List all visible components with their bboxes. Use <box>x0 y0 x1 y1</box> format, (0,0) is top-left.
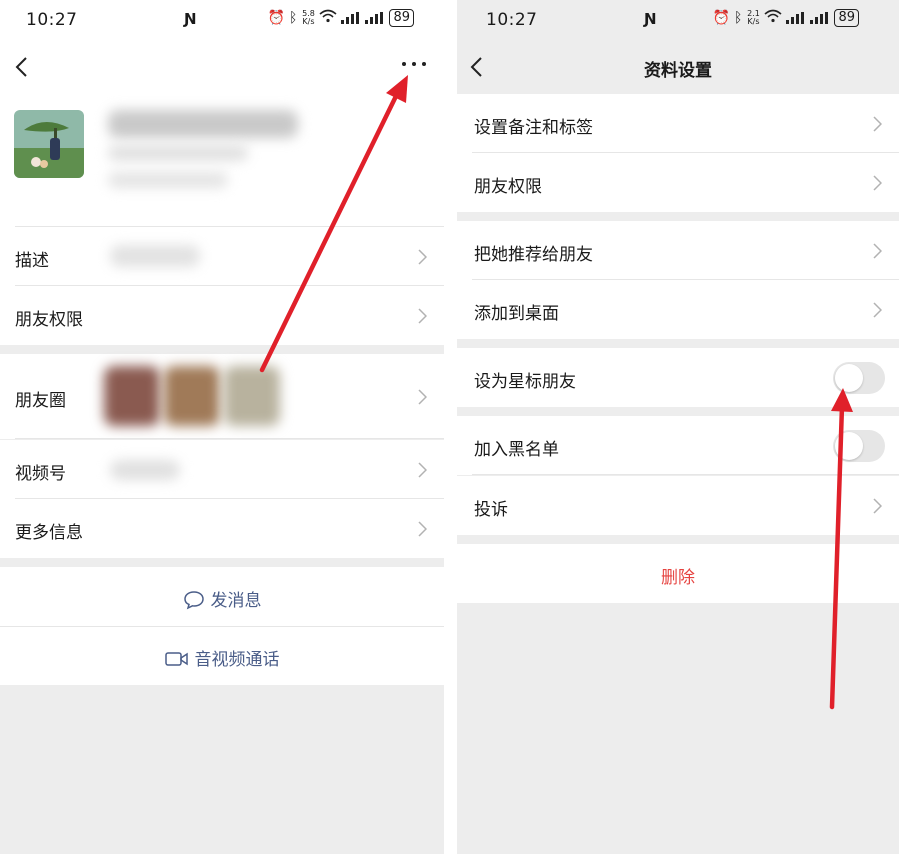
row-more-info[interactable]: 更多信息 <box>0 499 444 558</box>
row-moments[interactable]: 朋友圈 <box>0 354 444 439</box>
nfc-icon: Ɲ <box>644 10 657 28</box>
video-call-button[interactable]: 音视频通话 <box>0 645 444 670</box>
status-time: 10:27 <box>486 10 538 30</box>
chevron-right-icon <box>873 116 882 132</box>
row-label: 更多信息 <box>15 523 83 543</box>
alarm-icon: ⏰ <box>267 10 286 26</box>
contact-profile-screen: 10:27 Ɲ ⏰ ᛒ 5.8 K/s 89 描述 朋友权限 朋友圈 视频号 更… <box>0 0 444 854</box>
chevron-right-icon <box>418 308 427 324</box>
moments-thumbnail <box>164 366 220 426</box>
chevron-right-icon <box>873 175 882 191</box>
signal-icon <box>786 12 806 24</box>
row-label: 投诉 <box>474 500 508 520</box>
back-chevron-icon[interactable] <box>12 54 34 80</box>
chevron-right-icon <box>418 521 427 537</box>
signal-icon <box>365 12 385 24</box>
nav-bar: 资料设置 <box>457 40 899 94</box>
page-title: 资料设置 <box>644 61 712 81</box>
row-label: 视频号 <box>15 464 66 484</box>
signal-icon <box>341 12 361 24</box>
status-bar: 10:27 Ɲ ⏰ ᛒ 2.1 K/s 89 <box>457 0 899 40</box>
wifi-icon <box>764 9 782 27</box>
signal-icon <box>810 12 830 24</box>
description-blurred <box>110 245 200 267</box>
chevron-right-icon <box>873 498 882 514</box>
battery-indicator: 89 <box>389 9 414 27</box>
row-set-remark-tags[interactable]: 设置备注和标签 <box>457 94 899 153</box>
send-message-button[interactable]: 发消息 <box>0 586 444 611</box>
channels-blurred <box>110 460 180 480</box>
row-friend-permissions[interactable]: 朋友权限 <box>457 153 899 212</box>
bluetooth-icon: ᛒ <box>734 10 743 26</box>
wechat-id-blurred <box>108 145 248 161</box>
status-time: 10:27 <box>26 10 78 30</box>
row-star-friend: 设为星标朋友 <box>457 348 899 407</box>
star-friend-toggle[interactable] <box>833 362 885 394</box>
row-label: 设为星标朋友 <box>474 372 576 392</box>
region-blurred <box>108 172 228 188</box>
row-add-to-desktop[interactable]: 添加到桌面 <box>457 280 899 339</box>
bluetooth-icon: ᛒ <box>289 10 298 26</box>
moments-thumbnail <box>104 366 160 426</box>
row-blacklist: 加入黑名单 <box>457 416 899 475</box>
row-description[interactable]: 描述 <box>0 227 444 286</box>
row-channels[interactable]: 视频号 <box>0 440 444 499</box>
row-recommend-to-friend[interactable]: 把她推荐给朋友 <box>457 221 899 280</box>
row-label: 描述 <box>15 251 49 271</box>
nav-bar <box>0 40 444 94</box>
avatar[interactable] <box>14 110 84 178</box>
row-label: 朋友权限 <box>15 310 83 330</box>
row-label: 朋友权限 <box>474 177 542 197</box>
row-label: 添加到桌面 <box>474 304 559 324</box>
moments-thumbnail <box>224 366 280 426</box>
profile-settings-screen: 10:27 Ɲ ⏰ ᛒ 2.1 K/s 89 资料设置 设置备注和标签 朋友权限 … <box>457 0 899 854</box>
wifi-icon <box>319 9 337 27</box>
chevron-right-icon <box>873 302 882 318</box>
network-speed: 5.8 K/s <box>302 9 315 26</box>
chevron-right-icon <box>418 462 427 478</box>
delete-button[interactable]: 删除 <box>457 563 899 588</box>
row-label: 朋友圈 <box>15 391 66 411</box>
network-speed: 2.1 K/s <box>747 9 760 26</box>
send-message-label: 发消息 <box>210 591 262 611</box>
row-label: 设置备注和标签 <box>474 118 593 138</box>
chevron-right-icon <box>418 249 427 265</box>
blacklist-toggle[interactable] <box>833 430 885 462</box>
chevron-right-icon <box>418 389 427 405</box>
divider <box>0 626 444 627</box>
video-call-label: 音视频通话 <box>194 650 280 670</box>
chevron-right-icon <box>873 243 882 259</box>
battery-indicator: 89 <box>834 9 859 27</box>
nfc-icon: Ɲ <box>184 10 197 28</box>
chat-bubble-icon <box>183 591 204 610</box>
row-complain[interactable]: 投诉 <box>457 476 899 535</box>
row-friend-permissions[interactable]: 朋友权限 <box>0 286 444 345</box>
row-label: 加入黑名单 <box>474 440 559 460</box>
alarm-icon: ⏰ <box>712 10 731 26</box>
video-camera-icon <box>164 652 188 666</box>
status-bar: 10:27 Ɲ ⏰ ᛒ 5.8 K/s 89 <box>0 0 444 40</box>
nickname-blurred <box>108 110 298 138</box>
more-options-icon[interactable] <box>402 58 426 68</box>
row-label: 把她推荐给朋友 <box>474 245 593 265</box>
